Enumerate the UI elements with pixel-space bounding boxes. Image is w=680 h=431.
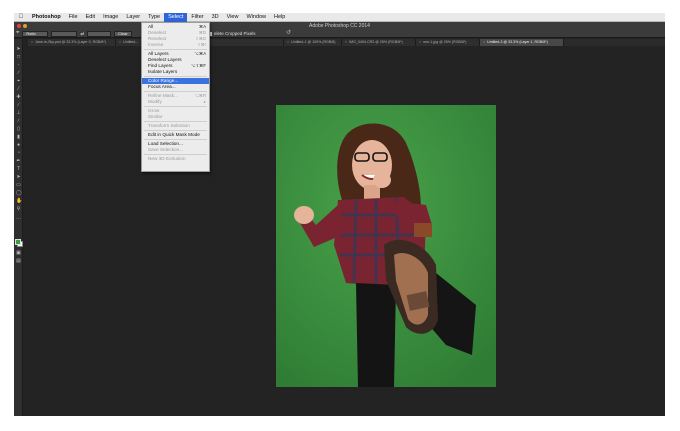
menu-file[interactable]: File — [65, 13, 82, 22]
quick-select-tool-icon[interactable]: ∕ — [16, 71, 21, 76]
delete-cropped-pixels-option[interactable]: elete Cropped Pixels — [208, 31, 256, 36]
menu-separator — [144, 139, 207, 140]
marquee-tool-icon[interactable]: □ — [16, 55, 21, 60]
right-fist — [373, 172, 391, 188]
hand-tool-icon[interactable]: ✋ — [16, 199, 22, 204]
photoshop-screen:  Photoshop File Edit Image Layer Type S… — [14, 13, 665, 416]
close-tab-icon[interactable]: × — [419, 40, 421, 44]
tab-document-active[interactable]: × Untitled-3 @ 33.3% (Layer 1, RGB/8*) — [480, 39, 564, 46]
blur-tool-icon[interactable]: ● — [16, 143, 21, 148]
brush-tool-icon[interactable]: ∕ — [16, 103, 21, 108]
menu-item-quick-mask[interactable]: Edit in Quick Mask Mode — [142, 132, 209, 138]
menu-item-modify[interactable]: Modify ▸ — [142, 99, 209, 105]
menu-item-similar[interactable]: Similar — [142, 114, 209, 120]
standing-leg — [356, 283, 396, 387]
clone-stamp-tool-icon[interactable]: ⊥ — [16, 111, 21, 116]
healing-brush-tool-icon[interactable]: ✚ — [16, 95, 21, 100]
crop-tool-icon[interactable]: ⌖ — [16, 79, 21, 84]
3d-tool-icon[interactable]: ◯ — [16, 191, 22, 196]
menu-separator — [144, 106, 207, 107]
crop-options: ⌖ Ratio ⇄ Clear — [16, 30, 132, 37]
gradient-tool-icon[interactable]: ▮ — [16, 135, 21, 140]
close-tab-icon[interactable]: × — [287, 40, 289, 44]
menu-select[interactable]: Select — [164, 13, 188, 22]
eraser-tool-icon[interactable]: ▯ — [16, 127, 21, 132]
shape-tool-icon[interactable]: ▭ — [16, 183, 21, 188]
close-tab-icon[interactable]: × — [119, 40, 121, 44]
select-menu-dropdown: All ⌘A Deselect ⌘D Reselect ⇧⌘D Inverse ⇧⌘I … — [141, 22, 210, 172]
tab-document[interactable]: × Jane-in-Sky.psd @ 33.3% (Layer 0, RGB/8… — [28, 39, 116, 46]
delete-cropped-label: elete Cropped Pixels — [214, 31, 256, 36]
menu-image[interactable]: Image — [99, 13, 122, 22]
menu-view[interactable]: View — [223, 13, 243, 22]
menu-help[interactable]: Help — [270, 13, 289, 22]
tab-document[interactable]: × one-1.jpg @ 25% (RGB/8*) — [416, 39, 480, 46]
left-fist — [294, 206, 314, 224]
menu-item-new-3d-extrusion[interactable]: New 3D Extrusion — [142, 156, 209, 162]
path-select-tool-icon[interactable]: ➤ — [16, 175, 21, 180]
menu-separator — [144, 121, 207, 122]
screen-mode-icon[interactable]: ▤ — [16, 259, 21, 264]
ratio-width-field[interactable] — [51, 30, 78, 37]
type-tool-icon[interactable]: T — [16, 167, 21, 172]
close-tab-icon[interactable]: × — [31, 40, 33, 44]
menu-separator — [144, 49, 207, 50]
more-tools-icon[interactable]: ⋯ — [16, 217, 21, 222]
options-bar: Adobe Photoshop CC 2014 ⌖ Ratio ⇄ Clear … — [14, 22, 665, 38]
tab-document[interactable]: × Untitled-1 @ 100% (RGB/8) — [284, 39, 342, 46]
menu-item-inverse[interactable]: Inverse ⇧⌘I — [142, 42, 209, 48]
foreground-color-swatch[interactable] — [15, 239, 21, 245]
menu-type[interactable]: Type — [144, 13, 164, 22]
tab-document[interactable]: × IMG_0494-CR2 @ 25% (RGB/8*) — [342, 39, 416, 46]
submenu-arrow-icon: ▸ — [203, 99, 206, 104]
history-brush-tool-icon[interactable]: ∕ — [16, 119, 21, 124]
window-title: Adobe Photoshop CC 2014 — [309, 23, 370, 29]
menu-filter[interactable]: Filter — [187, 13, 207, 22]
menu-bar:  Photoshop File Edit Image Layer Type S… — [14, 13, 665, 22]
crop-tool-icon[interactable]: ⌖ — [16, 30, 19, 37]
lasso-tool-icon[interactable]: ◦ — [16, 63, 21, 68]
photo-illustration — [276, 105, 496, 387]
close-tab-icon[interactable]: × — [345, 40, 347, 44]
menu-item-isolate-layers[interactable]: Isolate Layers — [142, 69, 209, 75]
dodge-tool-icon[interactable]: ◔ — [16, 151, 21, 156]
menu-separator — [144, 154, 207, 155]
ratio-height-field[interactable] — [87, 30, 112, 37]
zoom-tool-icon[interactable]: ⚲ — [16, 207, 21, 212]
clear-button[interactable]: Clear — [114, 30, 132, 37]
menu-app-name[interactable]: Photoshop — [28, 13, 65, 22]
document-tabs: × Jane-in-Sky.psd @ 33.3% (Layer 0, RGB/8… — [28, 39, 665, 46]
menu-layer[interactable]: Layer — [122, 13, 144, 22]
menu-separator — [144, 76, 207, 77]
tab-document[interactable]: × Untitled... — [116, 39, 144, 46]
close-tab-icon[interactable]: × — [483, 40, 485, 44]
tools-panel: ➤ □ ◦ ∕ ⌖ ⁄ ✚ ∕ ⊥ ∕ ▯ ▮ ● ◔ ✒ T ➤ ▭ ◯ ✋ … — [14, 39, 23, 416]
quick-mask-icon[interactable]: ▣ — [16, 251, 21, 256]
apple-icon[interactable]:  — [14, 14, 28, 20]
menu-item-save-selection[interactable]: Save Selection... — [142, 147, 209, 153]
ratio-dropdown[interactable]: Ratio — [22, 30, 49, 37]
menu-separator — [144, 91, 207, 92]
menu-window[interactable]: Window — [242, 13, 270, 22]
menu-3d[interactable]: 3D — [208, 13, 223, 22]
menu-item-focus-area[interactable]: Focus Area... — [142, 84, 209, 90]
move-tool-icon[interactable]: ➤ — [16, 47, 21, 52]
eyedropper-tool-icon[interactable]: ⁄ — [16, 87, 21, 92]
swap-icon[interactable]: ⇄ — [80, 31, 84, 37]
pen-tool-icon[interactable]: ✒ — [16, 159, 21, 164]
reset-icon[interactable]: ↺ — [286, 29, 291, 36]
menu-item-transform-selection[interactable]: Transform Selection — [142, 123, 209, 129]
menu-edit[interactable]: Edit — [82, 13, 99, 22]
canvas-image[interactable] — [276, 105, 496, 387]
menu-separator — [144, 130, 207, 131]
